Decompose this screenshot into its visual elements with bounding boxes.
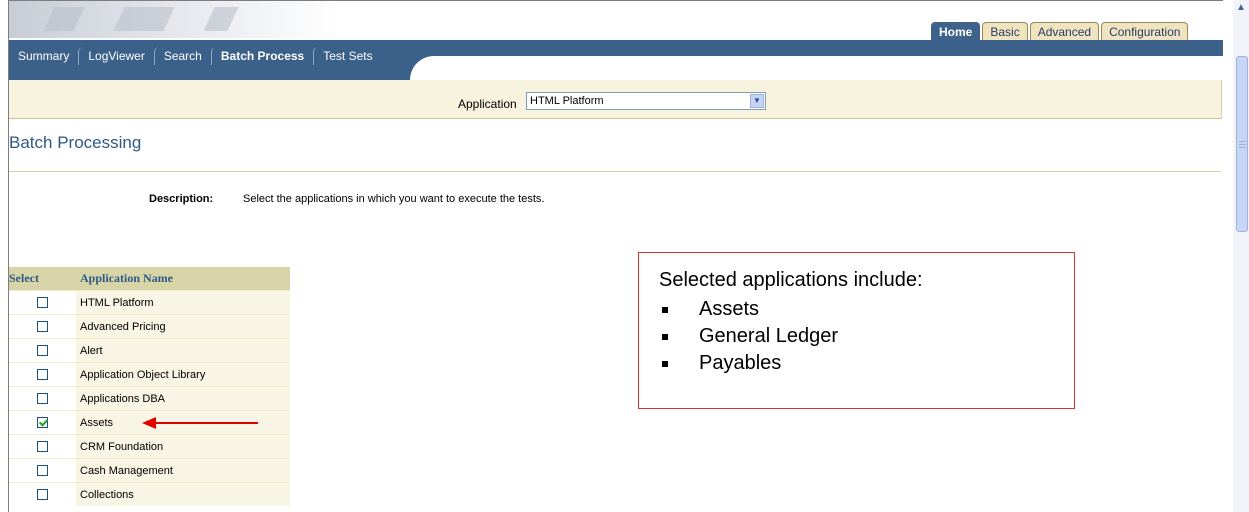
column-header-application-name: Application Name	[76, 267, 290, 291]
select-checkbox[interactable]	[37, 441, 48, 453]
callout-item: General Ledger	[659, 323, 838, 350]
application-name-cell: Application Object Library	[76, 362, 290, 387]
scrollbar-grip	[1239, 141, 1246, 142]
select-checkbox[interactable]	[37, 321, 48, 333]
global-tab-configuration[interactable]: Configuration	[1101, 22, 1189, 40]
select-checkbox[interactable]	[37, 345, 48, 357]
applications-table: Select Application Name HTML Platform Adv…	[9, 267, 290, 506]
logo-banner	[9, 1, 339, 38]
application-label: Application	[458, 97, 517, 111]
scrollbar-thumb[interactable]	[1236, 56, 1248, 232]
scrollbar-grip	[1239, 147, 1246, 148]
select-checkbox[interactable]	[37, 489, 48, 501]
table-row: Alert	[9, 338, 290, 363]
callout-item: Assets	[659, 296, 838, 323]
select-cell	[9, 290, 76, 315]
title-divider	[9, 171, 1221, 172]
select-checkbox[interactable]	[37, 417, 48, 429]
chevron-down-icon[interactable]: ▼	[750, 94, 764, 108]
select-checkbox[interactable]	[37, 393, 48, 405]
sub-tabs: Summary LogViewer Search Batch Process T…	[9, 40, 382, 72]
arrow-left-icon	[142, 417, 156, 429]
application-select-value: HTML Platform	[530, 95, 604, 107]
select-cell	[9, 410, 76, 435]
global-tab-basic[interactable]: Basic	[982, 22, 1028, 40]
scroll-up-icon[interactable]: ▲	[1233, 0, 1249, 16]
annotation-arrow-line	[152, 422, 258, 424]
browser-frame: Home Basic Advanced Configuration Summar…	[0, 0, 1249, 512]
tab-batch-process[interactable]: Batch Process	[210, 47, 313, 65]
callout-item: Payables	[659, 350, 838, 377]
navigation-bar-cutout	[440, 56, 1223, 80]
global-tab-advanced[interactable]: Advanced	[1029, 22, 1100, 40]
logo-mark	[43, 7, 85, 31]
description-label: Description:	[149, 193, 214, 205]
logo-mark	[113, 7, 175, 31]
table-row: Collections	[9, 482, 290, 506]
callout-title: Selected applications include:	[659, 269, 923, 291]
annotation-callout-box: Selected applications include: Assets Ge…	[638, 252, 1075, 409]
global-tab-home[interactable]: Home	[931, 22, 981, 40]
table-row: HTML Platform	[9, 290, 290, 315]
select-cell	[9, 482, 76, 506]
application-name-cell: Alert	[76, 338, 290, 363]
table-row: Application Object Library	[9, 362, 290, 387]
global-tabs: Home Basic Advanced Configuration	[931, 22, 1190, 40]
tab-search[interactable]: Search	[153, 47, 211, 65]
select-cell	[9, 434, 76, 459]
application-name-cell: Collections	[76, 482, 290, 506]
application-name-cell: Advanced Pricing	[76, 314, 290, 339]
table-row: Applications DBA	[9, 386, 290, 411]
select-cell	[9, 338, 76, 363]
select-cell	[9, 314, 76, 339]
select-cell	[9, 458, 76, 483]
select-cell	[9, 386, 76, 411]
table-body: HTML Platform Advanced Pricing Alert Applic…	[9, 290, 290, 506]
application-name-cell: Applications DBA	[76, 386, 290, 411]
description-text: Select the applications in which you wan…	[243, 193, 545, 205]
column-header-select: Select	[9, 267, 76, 291]
select-checkbox[interactable]	[37, 465, 48, 477]
navigation-bar-lower	[9, 72, 431, 80]
table-row: Cash Management	[9, 458, 290, 483]
application-name-cell: Cash Management	[76, 458, 290, 483]
select-cell	[9, 362, 76, 387]
select-checkbox[interactable]	[37, 369, 48, 381]
application-name-cell: CRM Foundation	[76, 434, 290, 459]
table-header-row: Select Application Name	[9, 267, 290, 291]
table-row: Advanced Pricing	[9, 314, 290, 339]
tab-summary[interactable]: Summary	[9, 47, 78, 65]
logo-mark	[203, 7, 239, 31]
callout-list: Assets General Ledger Payables	[659, 296, 838, 377]
application-select[interactable]: HTML Platform ▼	[526, 92, 766, 110]
application-name-cell: HTML Platform	[76, 290, 290, 315]
page-title: Batch Processing	[9, 133, 142, 152]
tab-logviewer[interactable]: LogViewer	[78, 47, 153, 65]
scrollbar-grip	[1239, 144, 1246, 145]
tab-test-sets[interactable]: Test Sets	[313, 47, 381, 65]
select-checkbox[interactable]	[37, 297, 48, 309]
table-row: CRM Foundation	[9, 434, 290, 459]
